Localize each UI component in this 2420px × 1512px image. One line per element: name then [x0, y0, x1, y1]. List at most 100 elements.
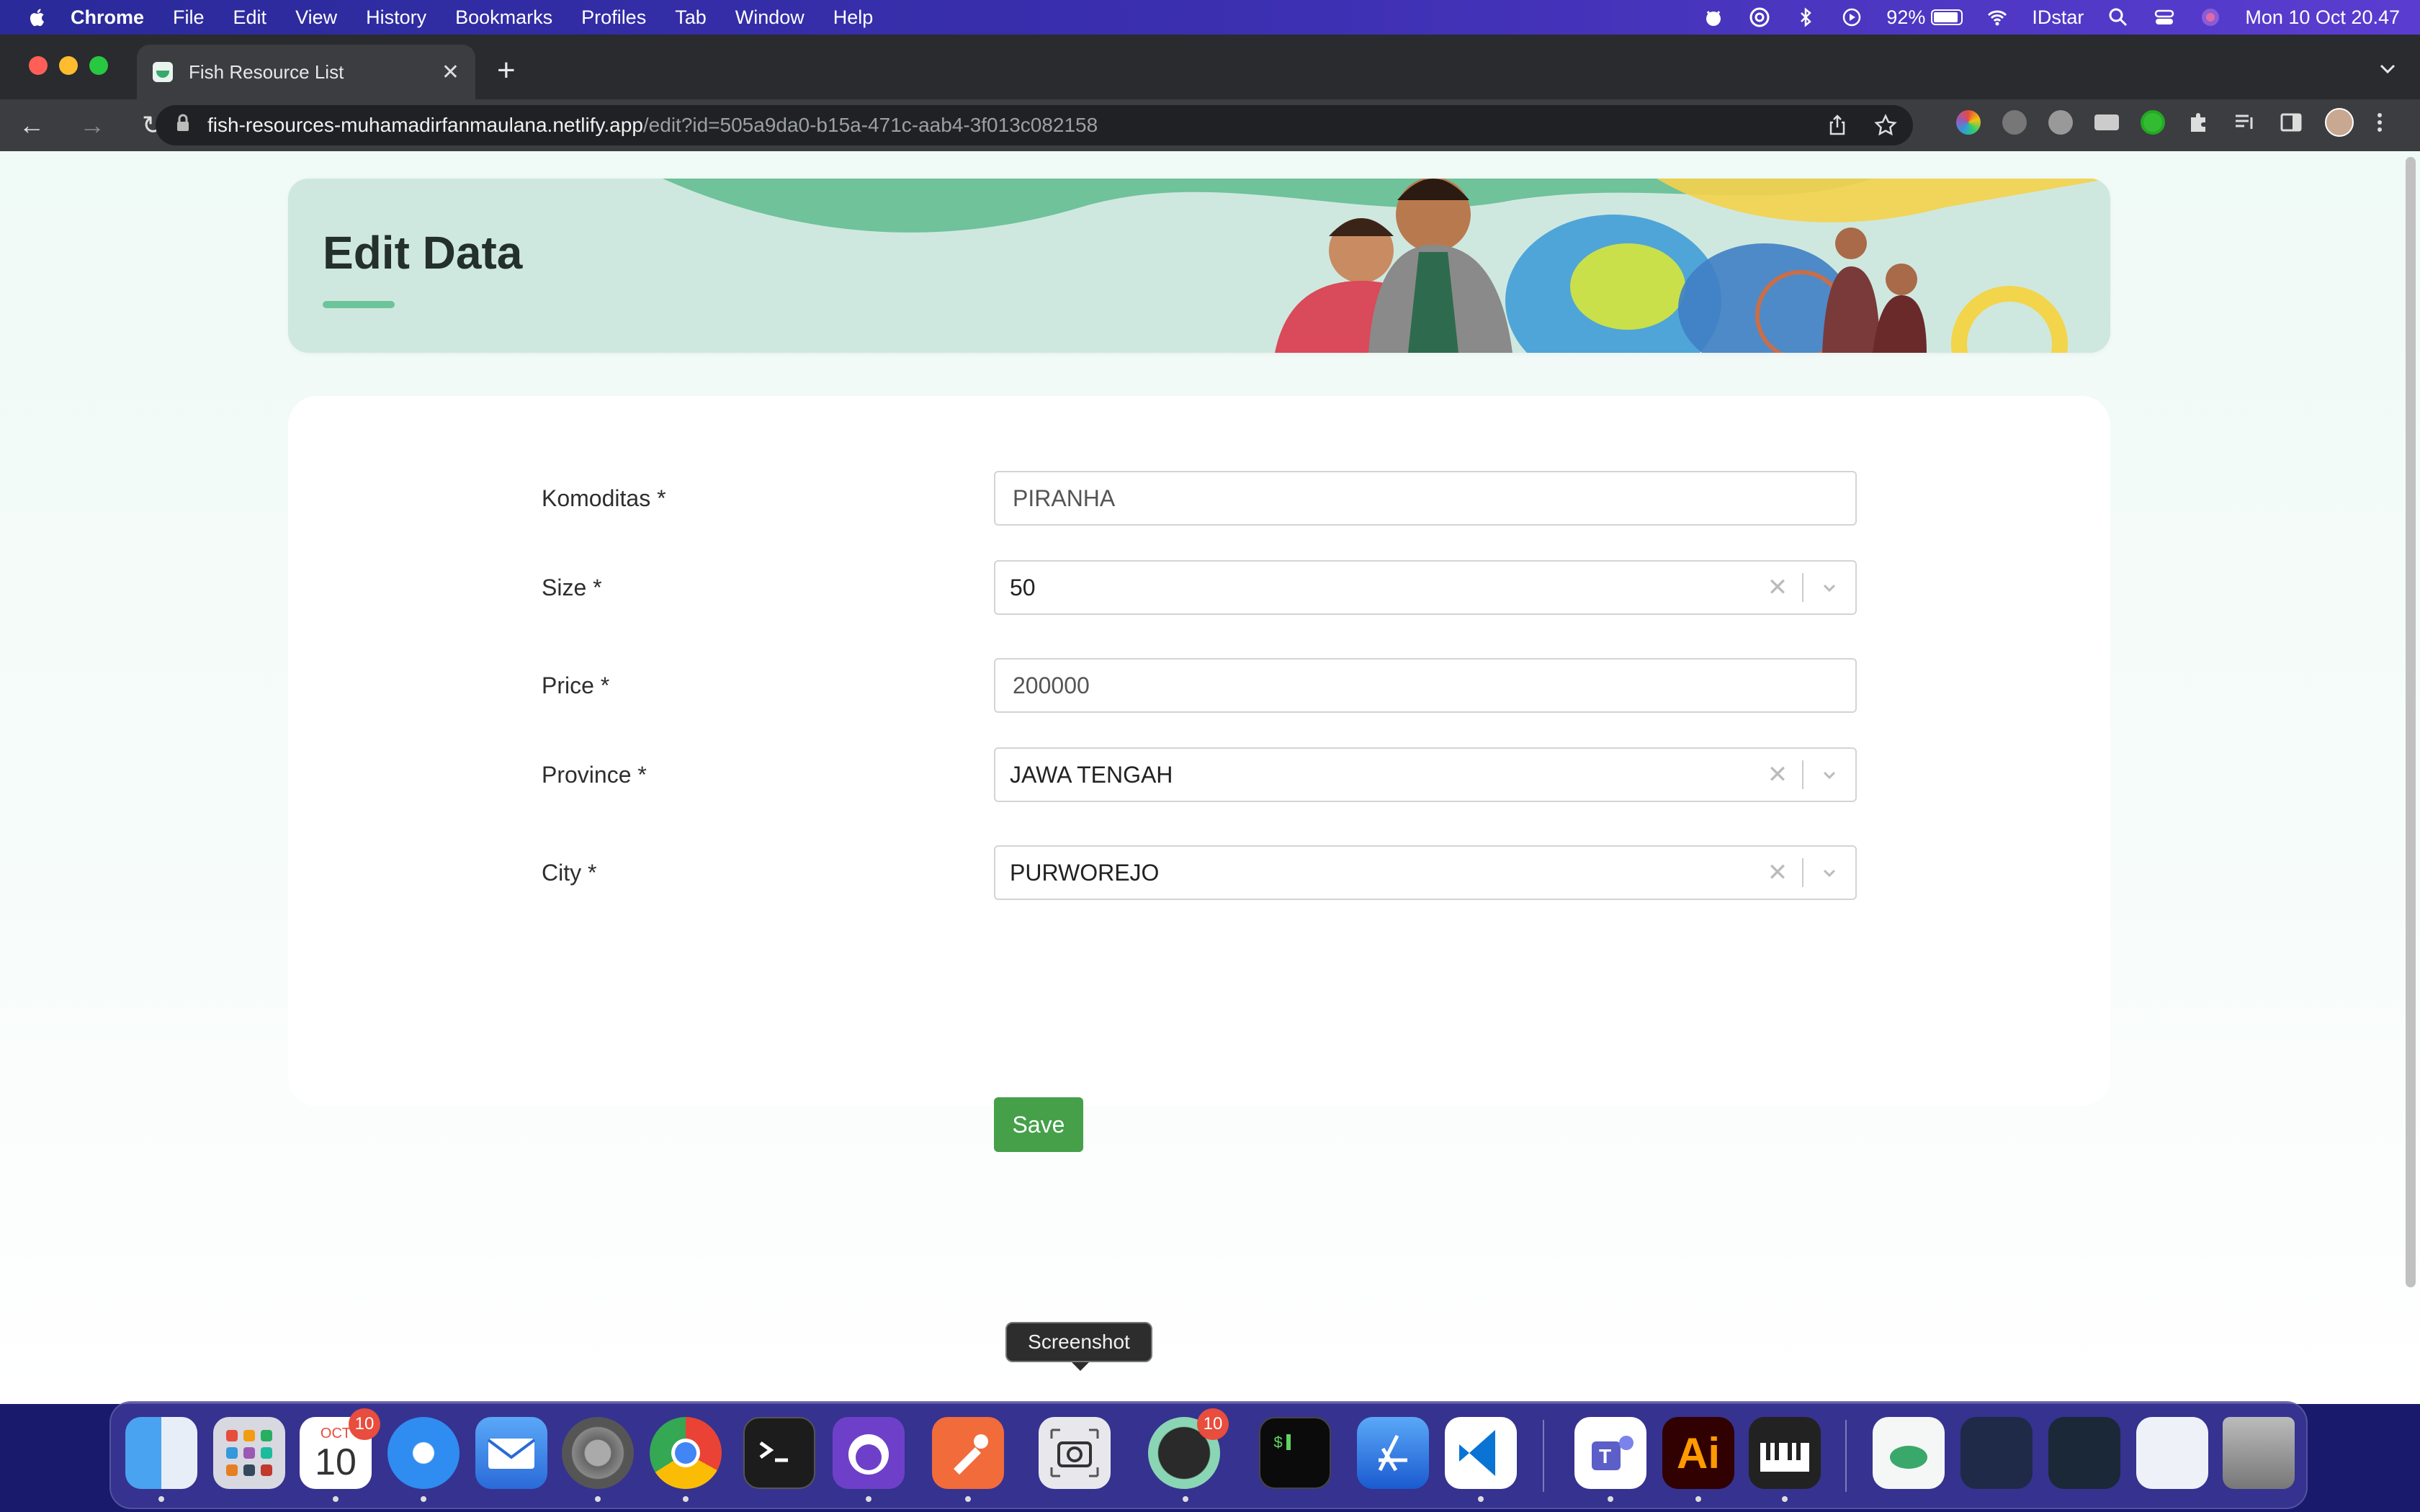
menu-help[interactable]: Help	[833, 6, 874, 29]
share-icon[interactable]	[1827, 114, 1848, 137]
grammarly-extension-icon[interactable]	[2141, 110, 2165, 135]
chrome-menu-icon[interactable]	[2375, 110, 2384, 135]
url-host: fish-resources-muhamadirfanmaulana.netli…	[207, 114, 643, 136]
url-path: /edit?id=505a9da0-b15a-471c-aab4-3f013c0…	[642, 114, 1098, 136]
color-picker-extension-icon[interactable]	[1956, 110, 1981, 135]
xcode-icon[interactable]	[1357, 1417, 1429, 1489]
wifi-icon[interactable]	[1986, 6, 2009, 29]
launchpad-icon[interactable]	[213, 1417, 285, 1489]
menu-view[interactable]: View	[295, 6, 337, 29]
lock-icon[interactable]	[176, 114, 190, 138]
fish-resource-window-thumbnail[interactable]	[1873, 1417, 1945, 1489]
chrome-icon[interactable]	[650, 1417, 722, 1489]
mail-icon[interactable]	[475, 1417, 547, 1489]
trash-icon[interactable]	[2223, 1417, 2295, 1489]
form-row-province: Province * JAWA TENGAH ✕	[542, 747, 1860, 802]
terminal-icon[interactable]	[743, 1417, 815, 1489]
side-panel-icon[interactable]	[2279, 110, 2303, 135]
city-chevron-down-icon[interactable]	[1803, 864, 1855, 881]
cat-app-icon[interactable]	[1702, 6, 1725, 29]
running-indicator	[1478, 1496, 1484, 1502]
iterm-icon[interactable]: $	[1259, 1417, 1331, 1489]
control-center-icon[interactable]	[2153, 6, 2176, 29]
dark-mode-extension-icon[interactable]	[2002, 110, 2027, 135]
vscode-icon[interactable]	[1445, 1417, 1517, 1489]
battery-percent: 92%	[1886, 6, 1926, 28]
save-button[interactable]: Save	[994, 1097, 1083, 1152]
globe-extension-icon[interactable]	[2048, 110, 2073, 135]
menu-history[interactable]: History	[366, 6, 426, 29]
battery-status[interactable]: 92%	[1886, 6, 1963, 29]
size-select[interactable]: 50 ✕	[994, 560, 1857, 615]
safari-icon[interactable]	[387, 1417, 460, 1489]
svg-text:$: $	[1273, 1434, 1283, 1452]
tab-search-chevron-icon[interactable]	[2377, 58, 2398, 79]
cast-extension-icon[interactable]	[2094, 114, 2119, 130]
minimize-window-button[interactable]	[59, 56, 78, 75]
people-globe-illustration	[663, 179, 2110, 353]
calendar-icon[interactable]: OCT 10 10	[300, 1408, 380, 1489]
postman-icon[interactable]	[932, 1417, 1004, 1489]
finder-icon[interactable]	[125, 1417, 197, 1489]
page-header-banner: Edit Data	[288, 179, 2110, 353]
clock-app-icon[interactable]: 10	[1148, 1408, 1229, 1489]
zoom-window-button[interactable]	[89, 56, 108, 75]
running-indicator	[158, 1496, 164, 1502]
close-window-button[interactable]	[29, 56, 48, 75]
profile-avatar[interactable]	[2325, 108, 2354, 137]
page-scrollbar[interactable]	[2406, 157, 2416, 1287]
macos-menu-bar: Chrome File Edit View History Bookmarks …	[0, 0, 2420, 35]
city-clear-icon[interactable]: ✕	[1753, 858, 1802, 887]
bluetooth-icon[interactable]	[1794, 6, 1817, 29]
adobe-illustrator-icon[interactable]: Ai	[1662, 1417, 1734, 1489]
finder-window-thumbnail[interactable]	[1960, 1417, 2033, 1489]
back-arrow-icon[interactable]: ←	[17, 110, 46, 140]
piano-app-icon[interactable]	[1749, 1417, 1821, 1489]
size-chevron-down-icon[interactable]	[1803, 579, 1855, 596]
menu-edit[interactable]: Edit	[233, 6, 267, 29]
menu-file[interactable]: File	[173, 6, 205, 29]
dock-tooltip: Screenshot	[1005, 1322, 1152, 1371]
browser-tab-active[interactable]: Fish Resource List ✕	[137, 45, 475, 99]
github-desktop-icon[interactable]	[833, 1417, 905, 1489]
menu-bookmarks[interactable]: Bookmarks	[455, 6, 552, 29]
system-preferences-icon[interactable]	[562, 1417, 634, 1489]
size-selected-value: 50	[1010, 574, 1036, 600]
page-viewport: Edit Data Komoditas * PIRANHA Size * 50 …	[0, 151, 2420, 1404]
puzzle-extensions-icon[interactable]	[2187, 110, 2211, 135]
now-playing-icon[interactable]	[1840, 6, 1863, 29]
menu-tab[interactable]: Tab	[675, 6, 707, 29]
user-name[interactable]: IDstar	[2032, 6, 2084, 29]
screenshot-icon[interactable]	[1039, 1417, 1111, 1489]
new-tab-icon[interactable]: +	[497, 55, 516, 86]
menu-profiles[interactable]: Profiles	[581, 6, 646, 29]
province-chevron-down-icon[interactable]	[1803, 766, 1855, 783]
price-input[interactable]: 200000	[994, 658, 1857, 713]
forward-arrow-icon[interactable]: →	[78, 110, 107, 140]
bookmark-star-icon[interactable]	[1874, 114, 1897, 137]
address-bar[interactable]: fish-resources-muhamadirfanmaulana.netli…	[156, 105, 1913, 145]
apple-logo-icon[interactable]	[27, 6, 48, 29]
form-row-komoditas: Komoditas * PIRANHA	[542, 471, 1860, 526]
menu-window[interactable]: Window	[735, 6, 805, 29]
city-label: City *	[542, 859, 597, 886]
komoditas-input[interactable]: PIRANHA	[994, 471, 1857, 526]
menu-bar-clock[interactable]: Mon 10 Oct 20.47	[2245, 6, 2400, 29]
reading-list-icon[interactable]	[2233, 110, 2257, 135]
province-select[interactable]: JAWA TENGAH ✕	[994, 747, 1857, 802]
spotlight-search-icon[interactable]	[2107, 6, 2130, 29]
size-clear-icon[interactable]: ✕	[1753, 573, 1802, 602]
close-tab-icon[interactable]: ✕	[442, 60, 460, 85]
province-selected-value: JAWA TENGAH	[1010, 761, 1173, 788]
province-clear-icon[interactable]: ✕	[1753, 760, 1802, 789]
chrome-window-thumbnail[interactable]	[2136, 1417, 2208, 1489]
form-row-size: Size * 50 ✕	[542, 560, 1860, 615]
tab-title: Fish Resource List	[189, 60, 344, 83]
vscode-window-thumbnail[interactable]	[2048, 1417, 2120, 1489]
city-select[interactable]: PURWOREJO ✕	[994, 845, 1857, 900]
menu-app-name[interactable]: Chrome	[71, 6, 144, 29]
creative-cloud-icon[interactable]	[1748, 6, 1771, 29]
siri-icon[interactable]	[2199, 6, 2222, 29]
dock-separator	[1543, 1420, 1544, 1492]
microsoft-teams-icon[interactable]: T	[1574, 1417, 1646, 1489]
